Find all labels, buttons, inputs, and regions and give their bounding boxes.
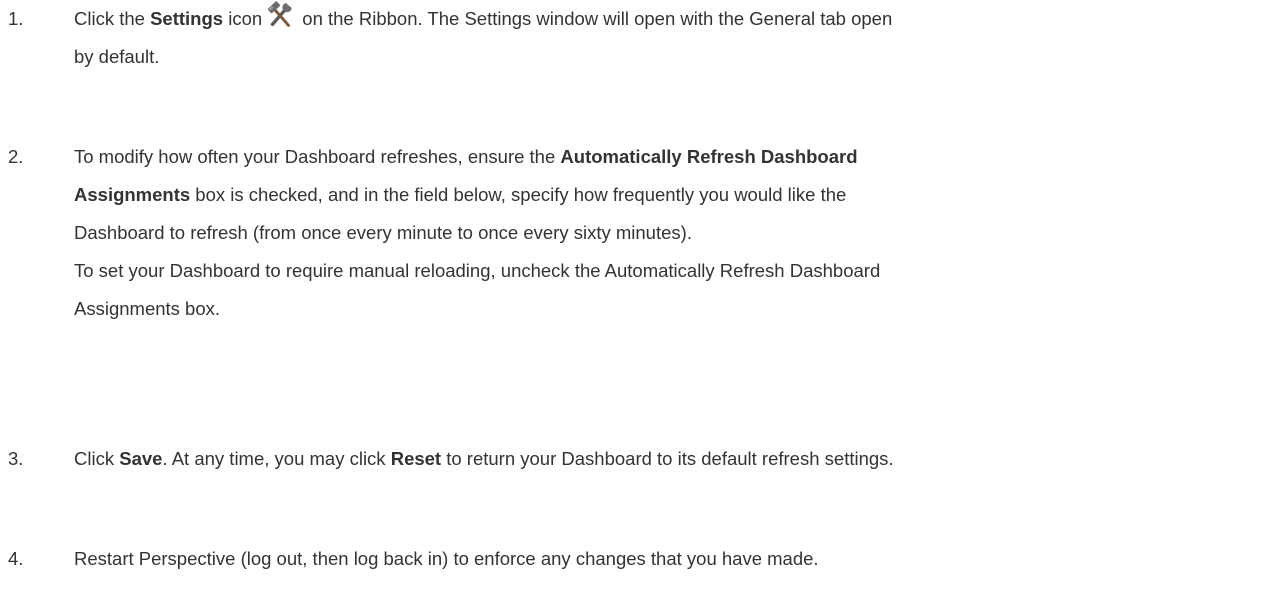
- step-number: 2.: [8, 146, 24, 167]
- step-text: To modify how often your Dashboard refre…: [74, 138, 1264, 328]
- instruction-list: 1. Click the Settings icon on the Ribbon…: [0, 0, 1269, 615]
- text-run: box is checked, and in the field below, …: [190, 184, 847, 205]
- bold-term-assignments: Assignments: [74, 184, 191, 205]
- text-run: To modify how often your Dashboard refre…: [74, 146, 561, 167]
- text-run: . At any time, you may click: [162, 448, 391, 469]
- step-number: 1.: [8, 8, 24, 29]
- step-line: To modify how often your Dashboard refre…: [74, 138, 1264, 176]
- text-run: to return your Dashboard to its default …: [441, 448, 894, 469]
- step-number: 3.: [8, 448, 24, 469]
- step-line: To set your Dashboard to require manual …: [74, 260, 881, 281]
- text-run: on the Ribbon. The Settings window will …: [297, 8, 893, 29]
- hammer-wrench-icon: [267, 1, 292, 27]
- step-text: Restart Perspective (log out, then log b…: [74, 540, 1264, 578]
- text-run: Click: [74, 448, 120, 469]
- text-run: icon: [223, 8, 263, 29]
- bold-term-settings: Settings: [150, 8, 224, 29]
- step-line: Click the Settings icon on the Ribbon. T…: [74, 0, 1264, 38]
- bold-term-auto-refresh: Automatically Refresh Dashboard: [560, 146, 858, 167]
- step-text: Click the Settings icon on the Ribbon. T…: [74, 0, 1264, 76]
- step-text: Click Save. At any time, you may click R…: [74, 440, 1264, 478]
- step-line: Dashboard to refresh (from once every mi…: [74, 222, 692, 243]
- bold-term-reset: Reset: [390, 448, 442, 469]
- step-line: by default.: [74, 46, 160, 67]
- step-line: Assignments box.: [74, 298, 221, 319]
- step-line: Restart Perspective (log out, then log b…: [74, 548, 819, 569]
- text-run: Click the: [74, 8, 151, 29]
- step-number: 4.: [8, 548, 24, 569]
- bold-term-save: Save: [119, 448, 163, 469]
- step-line: Click Save. At any time, you may click R…: [74, 440, 1264, 478]
- step-line: Assignments box is checked, and in the f…: [74, 176, 1264, 214]
